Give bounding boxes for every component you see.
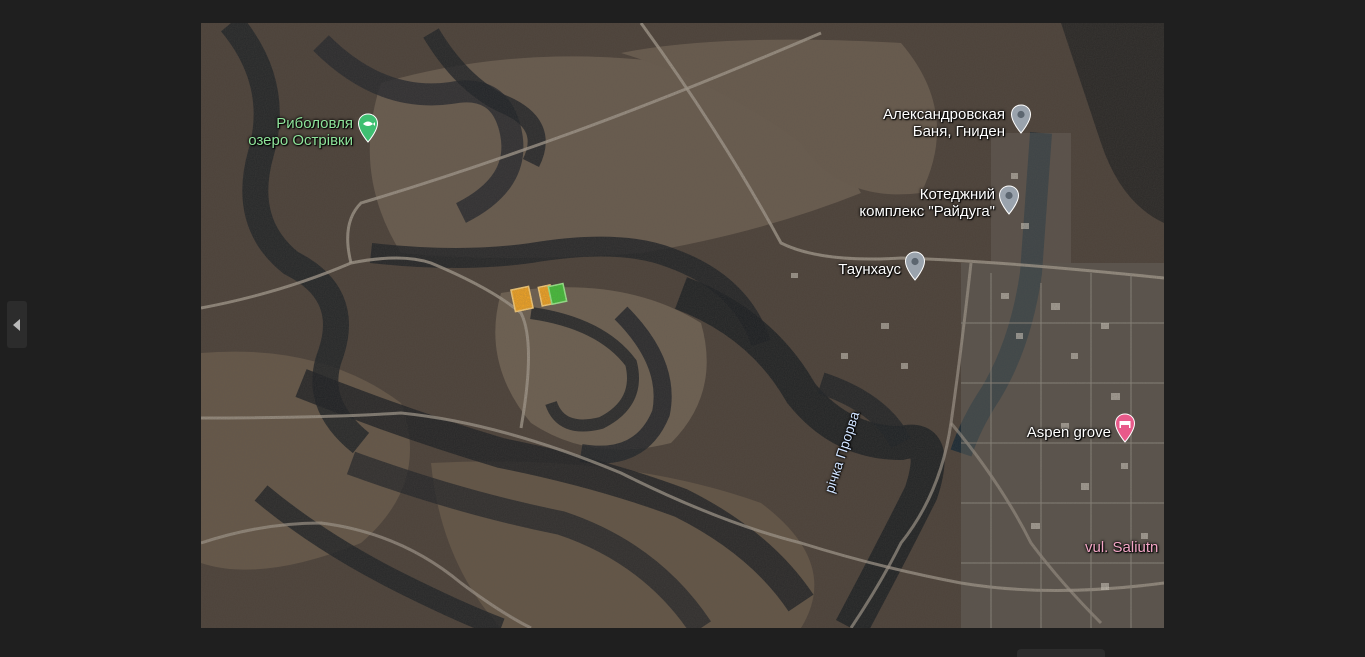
chevron-left-icon (13, 318, 20, 331)
map-viewer[interactable]: Риболовля озеро Острівки Александровская… (201, 23, 1164, 628)
place-name-line2: озеро Острівки (248, 132, 353, 149)
place-name-line1: Aspen grove (1026, 424, 1111, 441)
place-name-line1: Таунхаус (838, 261, 901, 278)
place-label-townhouse[interactable]: Таунхаус (801, 261, 901, 278)
street-label: vul. Saliutn (1085, 539, 1159, 556)
place-name-line2: Баня, Гниден (912, 123, 1005, 140)
bottom-tab[interactable] (1017, 649, 1105, 657)
place-name-line1: Александровская (882, 106, 1005, 123)
place-name-line1: Котеджний (919, 186, 995, 203)
location-pin-icon[interactable] (998, 185, 1020, 215)
prev-image-button[interactable] (7, 301, 27, 348)
place-name-line2: комплекс "Райдуга" (859, 203, 995, 220)
hotel-pin-icon[interactable] (1114, 413, 1136, 443)
place-label-bathhouse[interactable]: Александровская Баня, Гниден (821, 106, 1005, 140)
fishing-pin-icon[interactable] (357, 113, 379, 143)
location-pin-icon[interactable] (1010, 104, 1032, 134)
place-name-line1: Риболовля (276, 115, 353, 132)
place-label-aspen-grove[interactable]: Aspen grove (1001, 424, 1111, 441)
location-pin-icon[interactable] (904, 251, 926, 281)
place-label-cottage-complex[interactable]: Котеджний комплекс "Райдуга" (801, 186, 995, 220)
place-label-fishing[interactable]: Риболовля озеро Острівки (225, 115, 353, 149)
